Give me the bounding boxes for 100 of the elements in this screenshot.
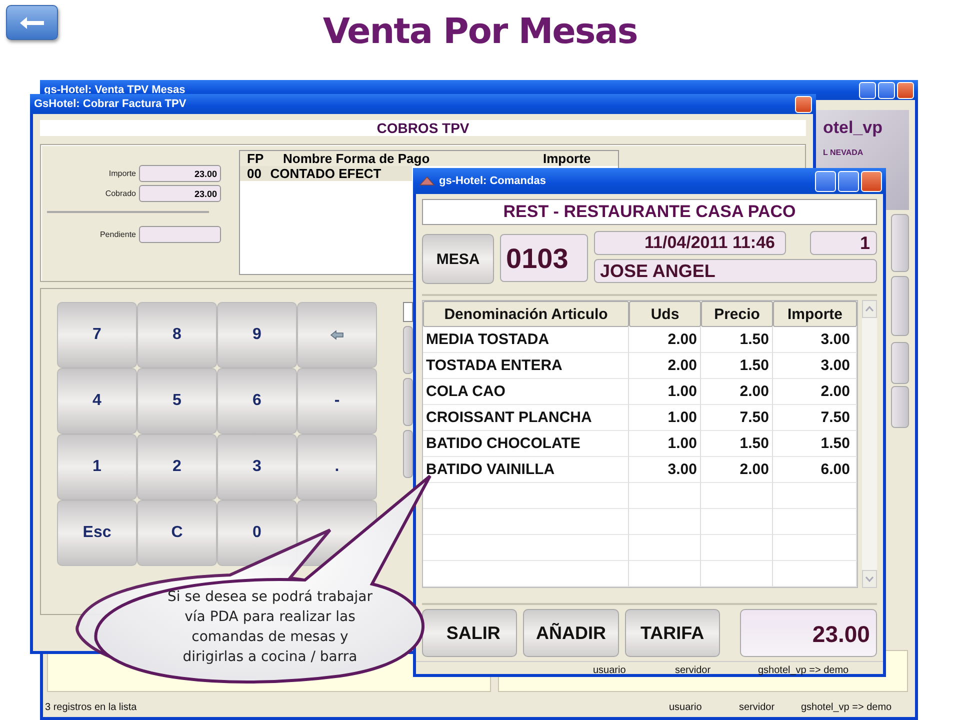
table-cell [701,483,773,509]
chevron-up-icon [865,306,874,312]
scroll-up-button[interactable] [862,300,877,318]
amount-field[interactable]: 23.00 [139,185,221,202]
keypad-key[interactable]: 6 [217,368,297,434]
action-button[interactable]: SALIR [422,609,518,657]
table-cell: 1.50 [701,353,773,379]
column-header: FP [246,151,265,166]
keypad-key[interactable]: 1 [57,434,137,500]
status-text: servidor [675,665,711,676]
column-header: Precio [701,301,773,327]
column-header: Importe [773,301,857,327]
scrollbar[interactable] [862,300,877,588]
chevron-down-icon [865,576,874,582]
table-cell [629,535,701,561]
status-text: servidor [739,702,775,713]
table-cell: TOSTADA ENTERA [423,353,629,379]
field-label: Cobrado [105,189,136,198]
keypad-key[interactable]: . [297,434,377,500]
table-cell [701,561,773,587]
amount-field[interactable]: 23.00 [139,165,221,182]
maximize-button[interactable] [838,170,859,192]
table-cell [629,483,701,509]
table-cell: 2.00 [773,379,857,405]
table-button[interactable]: MESA [422,234,494,284]
total-amount: 23.00 [740,609,877,657]
waiter-field: JOSE ANGEL [594,259,877,283]
action-button[interactable]: TARIFA [624,609,720,657]
status-text: usuario [593,665,626,676]
close-button[interactable] [795,96,812,112]
keypad-key[interactable]: - [297,368,377,434]
table-cell: 7.50 [701,405,773,431]
status-text: 3 registros en la lista [45,702,137,713]
table-cell: 1.50 [701,431,773,457]
amount-field[interactable] [139,226,221,243]
status-text: usuario [669,702,702,713]
keypad-key[interactable]: 7 [57,302,137,368]
table-cell: MEDIA TOSTADA [423,327,629,353]
payment-row[interactable]: 00 CONTADO EFECT [240,166,412,181]
table-cell: 3.00 [773,353,857,379]
side-button[interactable] [891,214,909,272]
keypad-key[interactable]: 3 [217,434,297,500]
callout-text: Si se desea se podrá trabajar vía PDA para realizar las comandas de mesas y dirigirlas a cocina / barra [166,588,374,667]
column-header: Denominación Articulo [423,301,629,327]
keypad-key[interactable]: 2 [137,434,217,500]
side-button[interactable] [403,430,413,478]
keypad-key[interactable]: 9 [217,302,297,368]
keypad-key[interactable]: 4 [57,368,137,434]
input-field[interactable] [403,302,413,322]
section-header: COBROS TPV [40,120,806,136]
keypad-key[interactable]: 5 [137,368,217,434]
window-title: GsHotel: Cobrar Factura TPV [34,98,188,110]
field-label: Pendiente [100,230,136,239]
table-cell: 6.00 [773,457,857,483]
close-button[interactable] [861,170,882,192]
table-cell [701,535,773,561]
side-button[interactable] [891,386,909,428]
table-cell: 2.00 [701,457,773,483]
minimize-button[interactable] [815,170,836,192]
table-cell: 7.50 [773,405,857,431]
restaurant-name: REST - RESTAURANTE CASA PACO [422,199,877,225]
minimize-button[interactable] [859,82,876,98]
side-button[interactable] [403,326,413,374]
keypad-key[interactable]: 8 [137,302,217,368]
maximize-button[interactable] [878,82,895,98]
side-button[interactable] [891,342,909,384]
window-title: gs-Hotel: Comandas [439,175,547,187]
action-button[interactable]: AÑADIR [523,609,619,657]
count-field: 1 [810,231,877,255]
slide-title: Venta Por Mesas [322,12,638,52]
table-cell: 1.50 [701,327,773,353]
status-text: gshotel_vp => demo [758,665,849,676]
table-cell: 1.00 [629,405,701,431]
side-button[interactable] [403,378,413,426]
left-arrow-icon [330,330,344,340]
column-header: Importe [543,151,592,166]
scroll-down-button[interactable] [862,570,877,588]
table-cell: 2.00 [701,379,773,405]
app-logo-icon [419,176,435,186]
window-title: gs-Hotel: Venta TPV Mesas [44,84,186,96]
column-header: Uds [629,301,701,327]
table-cell: CROISSANT PLANCHA [423,405,629,431]
table-number: 0103 [500,234,588,282]
logo-text: otel_vp [823,118,884,138]
column-header: Nombre Forma de Pago [282,151,431,166]
back-button[interactable] [6,5,58,40]
keypad-key[interactable]: Esc [57,500,137,566]
table-cell: 1.00 [629,431,701,457]
table-cell [629,509,701,535]
table-cell: 2.00 [629,327,701,353]
table-cell [701,509,773,535]
table-cell: COLA CAO [423,379,629,405]
table-cell: BATIDO CHOCOLATE [423,431,629,457]
datetime-field: 11/04/2011 11:46 [594,231,786,255]
side-button[interactable] [891,276,909,336]
left-arrow-icon [19,16,45,30]
close-button[interactable] [897,82,914,98]
table-cell: 3.00 [773,327,857,353]
table-cell: 3.00 [629,457,701,483]
keypad-key[interactable]: C [137,500,217,566]
